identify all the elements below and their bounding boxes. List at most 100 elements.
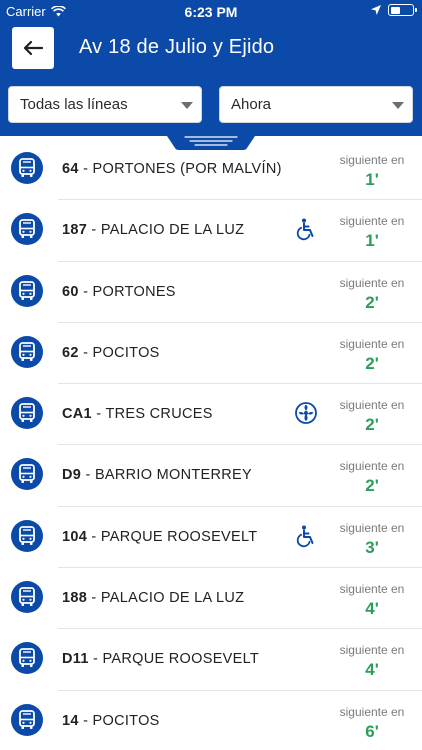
- route-destination: PORTONES (POR MALVÍN): [92, 161, 282, 177]
- header-bar: Carrier 6:23 PM Av 18 de Julio y Ejido T…: [0, 0, 422, 136]
- route-label: 188 - PALACIO DE LA LUZ: [62, 590, 244, 606]
- lines-filter-select[interactable]: Todas las líneas: [8, 86, 202, 123]
- bus-badge: [11, 642, 43, 675]
- arrival-row[interactable]: 14 - POCITOS siguiente en 6': [11, 691, 422, 750]
- status-time: 6:23 PM: [184, 4, 238, 20]
- arrivals-list: 64 - PORTONES (POR MALVÍN) siguiente en 1'…: [0, 139, 422, 750]
- arrival-row[interactable]: 188 - PALACIO DE LA LUZ siguiente en 4': [11, 568, 422, 630]
- next-label: siguiente en: [339, 704, 405, 719]
- arrival-row[interactable]: 64 - PORTONES (POR MALVÍN) siguiente en 1': [11, 139, 422, 201]
- route-separator: -: [78, 161, 93, 177]
- route-label: 104 - PARQUE ROOSEVELT: [62, 529, 257, 545]
- bus-icon: [19, 648, 35, 668]
- route-number: 104: [62, 528, 88, 545]
- next-label: siguiente en: [339, 643, 405, 658]
- back-arrow-icon: [23, 40, 43, 56]
- route-destination: PALACIO DE LA LUZ: [100, 222, 245, 239]
- route-destination: PORTONES: [92, 283, 176, 300]
- eta-minutes: 2': [365, 353, 379, 373]
- arrival-row[interactable]: D11 - PARQUE ROOSEVELT siguiente en 4': [11, 629, 422, 691]
- battery-icon: [388, 4, 417, 16]
- eta-minutes: 1': [365, 170, 379, 189]
- status-right: [371, 4, 417, 16]
- next-label: siguiente en: [339, 582, 405, 597]
- arrival-row[interactable]: D9 - BARRIO MONTERREY siguiente en 2': [11, 445, 422, 507]
- time-filter-value: Ahora: [231, 96, 272, 113]
- bus-badge: [11, 703, 43, 736]
- route-number: 188: [62, 590, 88, 607]
- eta-minutes: 2': [365, 415, 379, 435]
- route-number: 64: [62, 161, 79, 177]
- bus-icon: [19, 280, 35, 300]
- wheelchair-icon: [296, 525, 314, 547]
- eta-minutes: 6': [365, 721, 379, 741]
- bus-icon: [19, 403, 35, 423]
- bus-icon: [19, 158, 35, 177]
- arrival-row[interactable]: CA1 - TRES CRUCES siguiente en 2': [11, 384, 422, 446]
- eta-minutes: 2': [365, 476, 379, 496]
- route-label: CA1 - TRES CRUCES: [62, 406, 213, 422]
- route-separator: -: [78, 283, 93, 300]
- bus-badge: [11, 458, 43, 491]
- eta-minutes: 4': [365, 660, 379, 680]
- route-separator: -: [78, 712, 93, 729]
- bus-icon: [19, 709, 35, 729]
- bus-badge: [11, 335, 43, 368]
- chevron-down-icon: [392, 102, 404, 109]
- eta-minutes: 4': [365, 599, 379, 619]
- bus-icon: [19, 341, 35, 361]
- route-number: 14: [62, 712, 79, 729]
- route-number: 62: [62, 344, 79, 361]
- route-label: D9 - BARRIO MONTERREY: [62, 467, 252, 483]
- wheelchair-icon: [296, 218, 314, 241]
- bus-badge: [11, 519, 43, 552]
- route-number: D11: [62, 651, 89, 668]
- bus-badge: [11, 213, 43, 246]
- route-number: CA1: [62, 406, 92, 423]
- bus-icon: [19, 464, 35, 484]
- arrival-row[interactable]: 104 - PARQUE ROOSEVELT siguiente en 3': [11, 507, 422, 569]
- bus-badge: [11, 397, 43, 430]
- time-filter-select[interactable]: Ahora: [219, 86, 413, 123]
- eta-minutes: 1': [365, 231, 379, 251]
- route-destination: PARQUE ROOSEVELT: [100, 528, 258, 545]
- arrival-row[interactable]: 62 - POCITOS siguiente en 2': [11, 323, 422, 385]
- route-label: 60 - PORTONES: [62, 284, 176, 300]
- route-separator: -: [87, 590, 101, 607]
- bus-icon: [19, 219, 35, 239]
- eta-minutes: 3': [365, 537, 379, 557]
- route-number: 187: [62, 222, 88, 239]
- next-label: siguiente en: [339, 398, 405, 413]
- arrival-row[interactable]: 187 - PALACIO DE LA LUZ siguiente en 1': [11, 200, 422, 262]
- bus-badge: [11, 581, 43, 614]
- ac-icon: [295, 402, 317, 425]
- route-label: 14 - POCITOS: [62, 713, 160, 729]
- route-label: 64 - PORTONES (POR MALVÍN): [62, 161, 282, 177]
- route-label: D11 - PARQUE ROOSEVELT: [62, 651, 259, 667]
- route-separator: -: [88, 651, 103, 668]
- route-destination: BARRIO MONTERREY: [94, 467, 253, 484]
- chevron-down-icon: [181, 102, 193, 109]
- next-label: siguiente en: [339, 459, 405, 474]
- route-destination: POCITOS: [92, 344, 160, 361]
- route-separator: -: [87, 528, 101, 545]
- back-button[interactable]: [12, 27, 54, 69]
- route-number: D9: [62, 467, 82, 484]
- route-label: 187 - PALACIO DE LA LUZ: [62, 222, 244, 238]
- route-destination: PALACIO DE LA LUZ: [100, 590, 245, 607]
- page-title: Av 18 de Julio y Ejido: [79, 36, 275, 58]
- bus-badge: [11, 274, 43, 307]
- route-destination: PARQUE ROOSEVELT: [102, 651, 260, 668]
- next-label: siguiente en: [339, 214, 405, 229]
- route-label: 62 - POCITOS: [62, 345, 160, 361]
- route-separator: -: [87, 222, 101, 239]
- lines-filter-value: Todas las líneas: [20, 96, 128, 113]
- bus-icon: [19, 525, 35, 545]
- route-separator: -: [91, 406, 106, 423]
- location-arrow-icon: [371, 5, 381, 15]
- next-label: siguiente en: [339, 336, 405, 351]
- next-label: siguiente en: [339, 520, 405, 535]
- bus-icon: [19, 587, 35, 607]
- arrival-row[interactable]: 60 - PORTONES siguiente en 2': [11, 262, 422, 323]
- status-bar: Carrier 6:23 PM: [0, 0, 422, 22]
